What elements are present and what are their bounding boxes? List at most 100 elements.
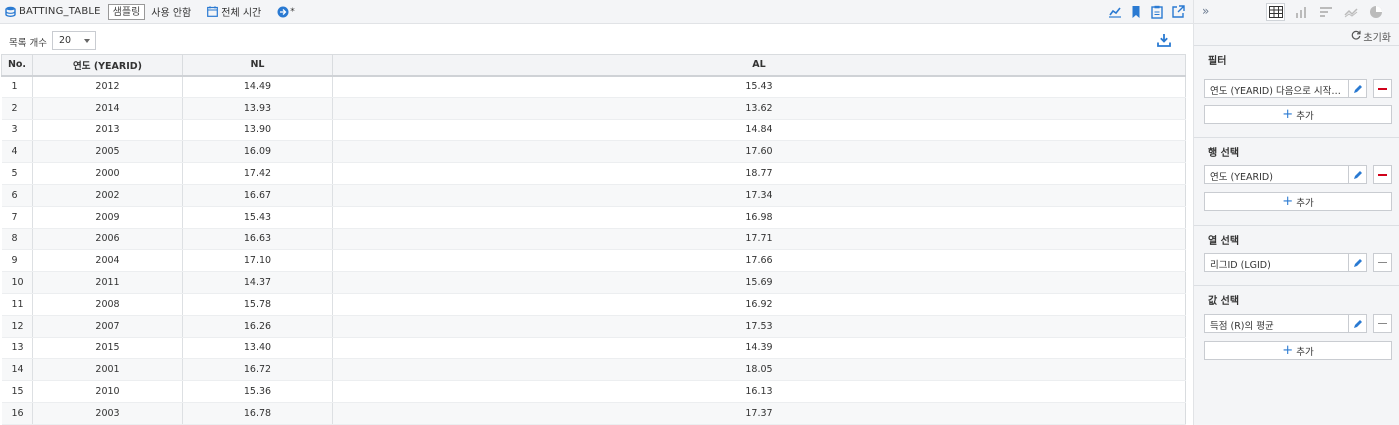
column-header[interactable]: No. (1, 54, 33, 77)
sampling-status[interactable]: 사용 안함 (151, 4, 191, 19)
table-row[interactable]: 7 2009 15.43 16.98 (1, 206, 1186, 229)
value-select-section: 값 선택 득점 (R)의 평균 + 추가 (1194, 285, 1399, 425)
table-cell: 2003 (32, 402, 183, 425)
chevron-down-icon (84, 39, 90, 43)
add-filter-button[interactable]: + 추가 (1204, 105, 1392, 124)
table-row[interactable]: 16 2003 16.78 17.37 (1, 402, 1186, 425)
row-field[interactable]: 연도 (YEARID) (1204, 165, 1349, 184)
plus-icon: + (1282, 342, 1294, 358)
external-link-icon[interactable] (1171, 5, 1185, 19)
table-row[interactable]: 1 2012 14.49 15.43 (1, 75, 1186, 98)
reset-button[interactable]: 초기화 (1351, 29, 1391, 44)
table-cell: 2 (1, 97, 33, 120)
column-header[interactable]: NL (182, 54, 333, 77)
value-field[interactable]: 득점 (R)의 평균 (1204, 314, 1349, 333)
pencil-icon (1353, 170, 1362, 179)
modified-star: * (290, 6, 295, 17)
table-cell: 14.49 (182, 75, 333, 98)
table-view-icon[interactable] (1266, 3, 1285, 21)
edit-column-button[interactable] (1349, 253, 1367, 272)
table-cell: 3 (1, 119, 33, 142)
table-cell: 12 (1, 315, 33, 338)
minus-icon (1378, 262, 1387, 263)
column-select-section: 열 선택 리그ID (LGID) (1194, 225, 1399, 285)
table-cell: 14.84 (332, 119, 1186, 142)
table-row[interactable]: 4 2005 16.09 17.60 (1, 140, 1186, 164)
table-row[interactable]: 15 2010 15.36 16.13 (1, 380, 1186, 403)
table-row[interactable]: 6 2002 16.67 17.34 (1, 184, 1186, 207)
table-row[interactable]: 9 2004 17.10 17.66 (1, 249, 1186, 273)
settings-panel: » 초기화 필터 연도 (YEARID) 다음으로 시작… + 추가 행 선택 … (1193, 0, 1399, 425)
clipboard-icon[interactable] (1150, 5, 1164, 19)
calendar-icon[interactable] (207, 6, 219, 17)
plus-icon: + (1282, 106, 1294, 122)
remove-filter-button[interactable] (1373, 79, 1392, 98)
pencil-icon (1353, 319, 1362, 328)
table-cell: 16.13 (332, 380, 1186, 403)
edit-row-button[interactable] (1349, 165, 1367, 184)
filter-field[interactable]: 연도 (YEARID) 다음으로 시작… (1204, 79, 1349, 98)
table-row[interactable]: 8 2006 16.63 17.71 (1, 228, 1186, 251)
table-cell: 16.26 (182, 315, 333, 338)
table-header-row: No. 연도 (YEARID) NL AL (1, 54, 1186, 77)
table-cell: 9 (1, 249, 33, 273)
edit-filter-button[interactable] (1349, 79, 1367, 98)
table-cell: 2000 (32, 162, 183, 185)
table-cell: 18.77 (332, 162, 1186, 185)
table-cell: 14.37 (182, 271, 333, 294)
time-range-label[interactable]: 전체 시간 (221, 4, 261, 19)
table-cell: 17.10 (182, 249, 333, 273)
table-row[interactable]: 12 2007 16.26 17.53 (1, 315, 1186, 338)
table-cell: 2013 (32, 119, 183, 142)
dataset-title: BATTING_TABLE (19, 6, 101, 17)
bookmark-icon[interactable] (1129, 5, 1143, 19)
table-cell: 16.09 (182, 140, 333, 164)
table-cell: 16.78 (182, 402, 333, 425)
arrow-right-circle-icon[interactable] (277, 6, 289, 18)
column-header[interactable]: AL (332, 54, 1186, 77)
table-row[interactable]: 2 2014 13.93 13.62 (1, 97, 1186, 120)
remove-value-button[interactable] (1373, 314, 1392, 333)
table-row[interactable]: 10 2011 14.37 15.69 (1, 271, 1186, 294)
column-field[interactable]: 리그ID (LGID) (1204, 253, 1349, 272)
remove-column-button[interactable] (1373, 253, 1392, 272)
line-chart-icon[interactable] (1108, 5, 1122, 19)
table-cell: 17.42 (182, 162, 333, 185)
table-cell: 13.62 (332, 97, 1186, 120)
pie-chart-icon[interactable] (1366, 3, 1385, 21)
table-cell: 10 (1, 271, 33, 294)
add-row-button[interactable]: + 추가 (1204, 192, 1392, 211)
horizontal-bar-chart-icon[interactable] (1316, 3, 1335, 21)
table-row[interactable]: 13 2015 13.40 14.39 (1, 337, 1186, 360)
list-count-value: 20 (59, 35, 72, 46)
table-row[interactable]: 14 2001 16.72 18.05 (1, 358, 1186, 382)
table-cell: 5 (1, 162, 33, 185)
column-header[interactable]: 연도 (YEARID) (32, 54, 183, 77)
table-cell: 13 (1, 337, 33, 360)
table-row[interactable]: 3 2013 13.90 14.84 (1, 119, 1186, 142)
table-cell: 16.72 (182, 358, 333, 382)
table-cell: 2004 (32, 249, 183, 273)
table-cell: 8 (1, 228, 33, 251)
refresh-icon (1351, 30, 1361, 43)
add-value-button[interactable]: + 추가 (1204, 341, 1392, 360)
list-toolbar: 목록 개수 20 (0, 24, 1193, 54)
download-icon[interactable] (1157, 34, 1171, 47)
table-cell: 17.71 (332, 228, 1186, 251)
minus-icon (1378, 173, 1387, 176)
sampling-button[interactable]: 샘플링 (107, 3, 146, 20)
table-cell: 15 (1, 380, 33, 403)
table-row[interactable]: 11 2008 15.78 16.92 (1, 293, 1186, 316)
remove-row-button[interactable] (1373, 165, 1392, 184)
table-cell: 2008 (32, 293, 183, 316)
double-chevron-right-icon[interactable]: » (1202, 4, 1209, 18)
edit-value-button[interactable] (1349, 314, 1367, 333)
bar-chart-icon[interactable] (1291, 3, 1310, 21)
table-cell: 11 (1, 293, 33, 316)
table-cell: 2009 (32, 206, 183, 229)
list-count-select[interactable]: 20 (52, 31, 96, 50)
table-row[interactable]: 5 2000 17.42 18.77 (1, 162, 1186, 185)
trend-chart-icon[interactable] (1341, 3, 1360, 21)
minus-icon (1378, 323, 1387, 324)
table-cell: 2010 (32, 380, 183, 403)
